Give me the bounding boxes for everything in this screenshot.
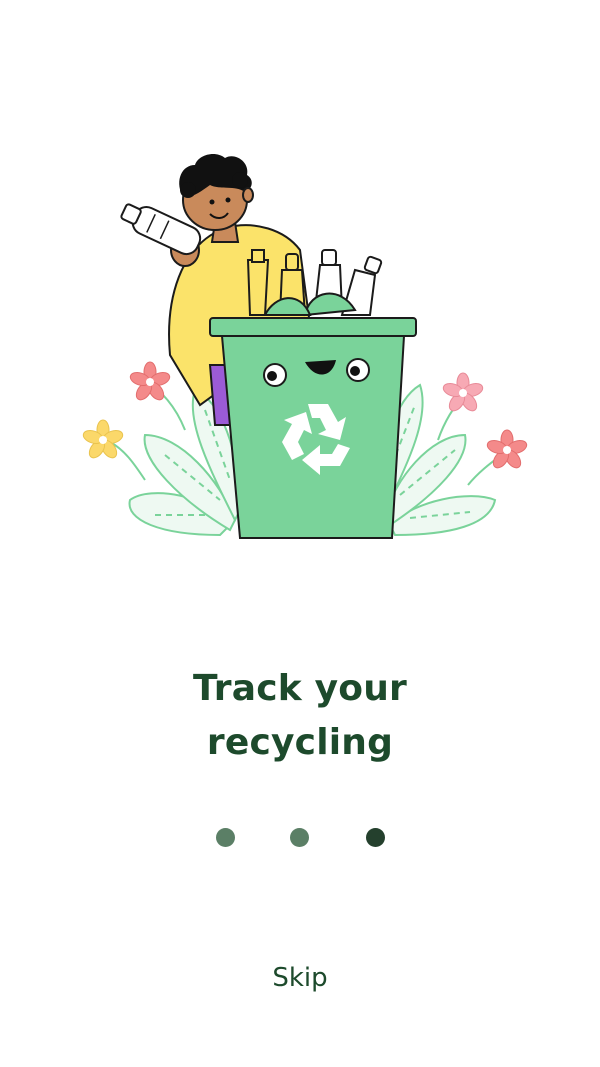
flower-coral-right [486, 429, 528, 469]
title-line-2: recycling [206, 722, 394, 763]
page-dot-3[interactable] [366, 828, 385, 847]
page-dot-1[interactable] [216, 828, 235, 847]
bin-lid [209, 317, 417, 337]
flower-pink-right [442, 372, 484, 412]
flower-yellow-left [82, 419, 124, 459]
page-dot-2[interactable] [290, 828, 309, 847]
title-line-1: Track your [192, 668, 408, 709]
onboarding-illustration [70, 150, 540, 550]
page-title: Track your recycling [0, 662, 600, 770]
recycling-bin-illustration [82, 154, 528, 539]
skip-button[interactable]: Skip [250, 958, 350, 998]
page-indicator [0, 826, 600, 850]
